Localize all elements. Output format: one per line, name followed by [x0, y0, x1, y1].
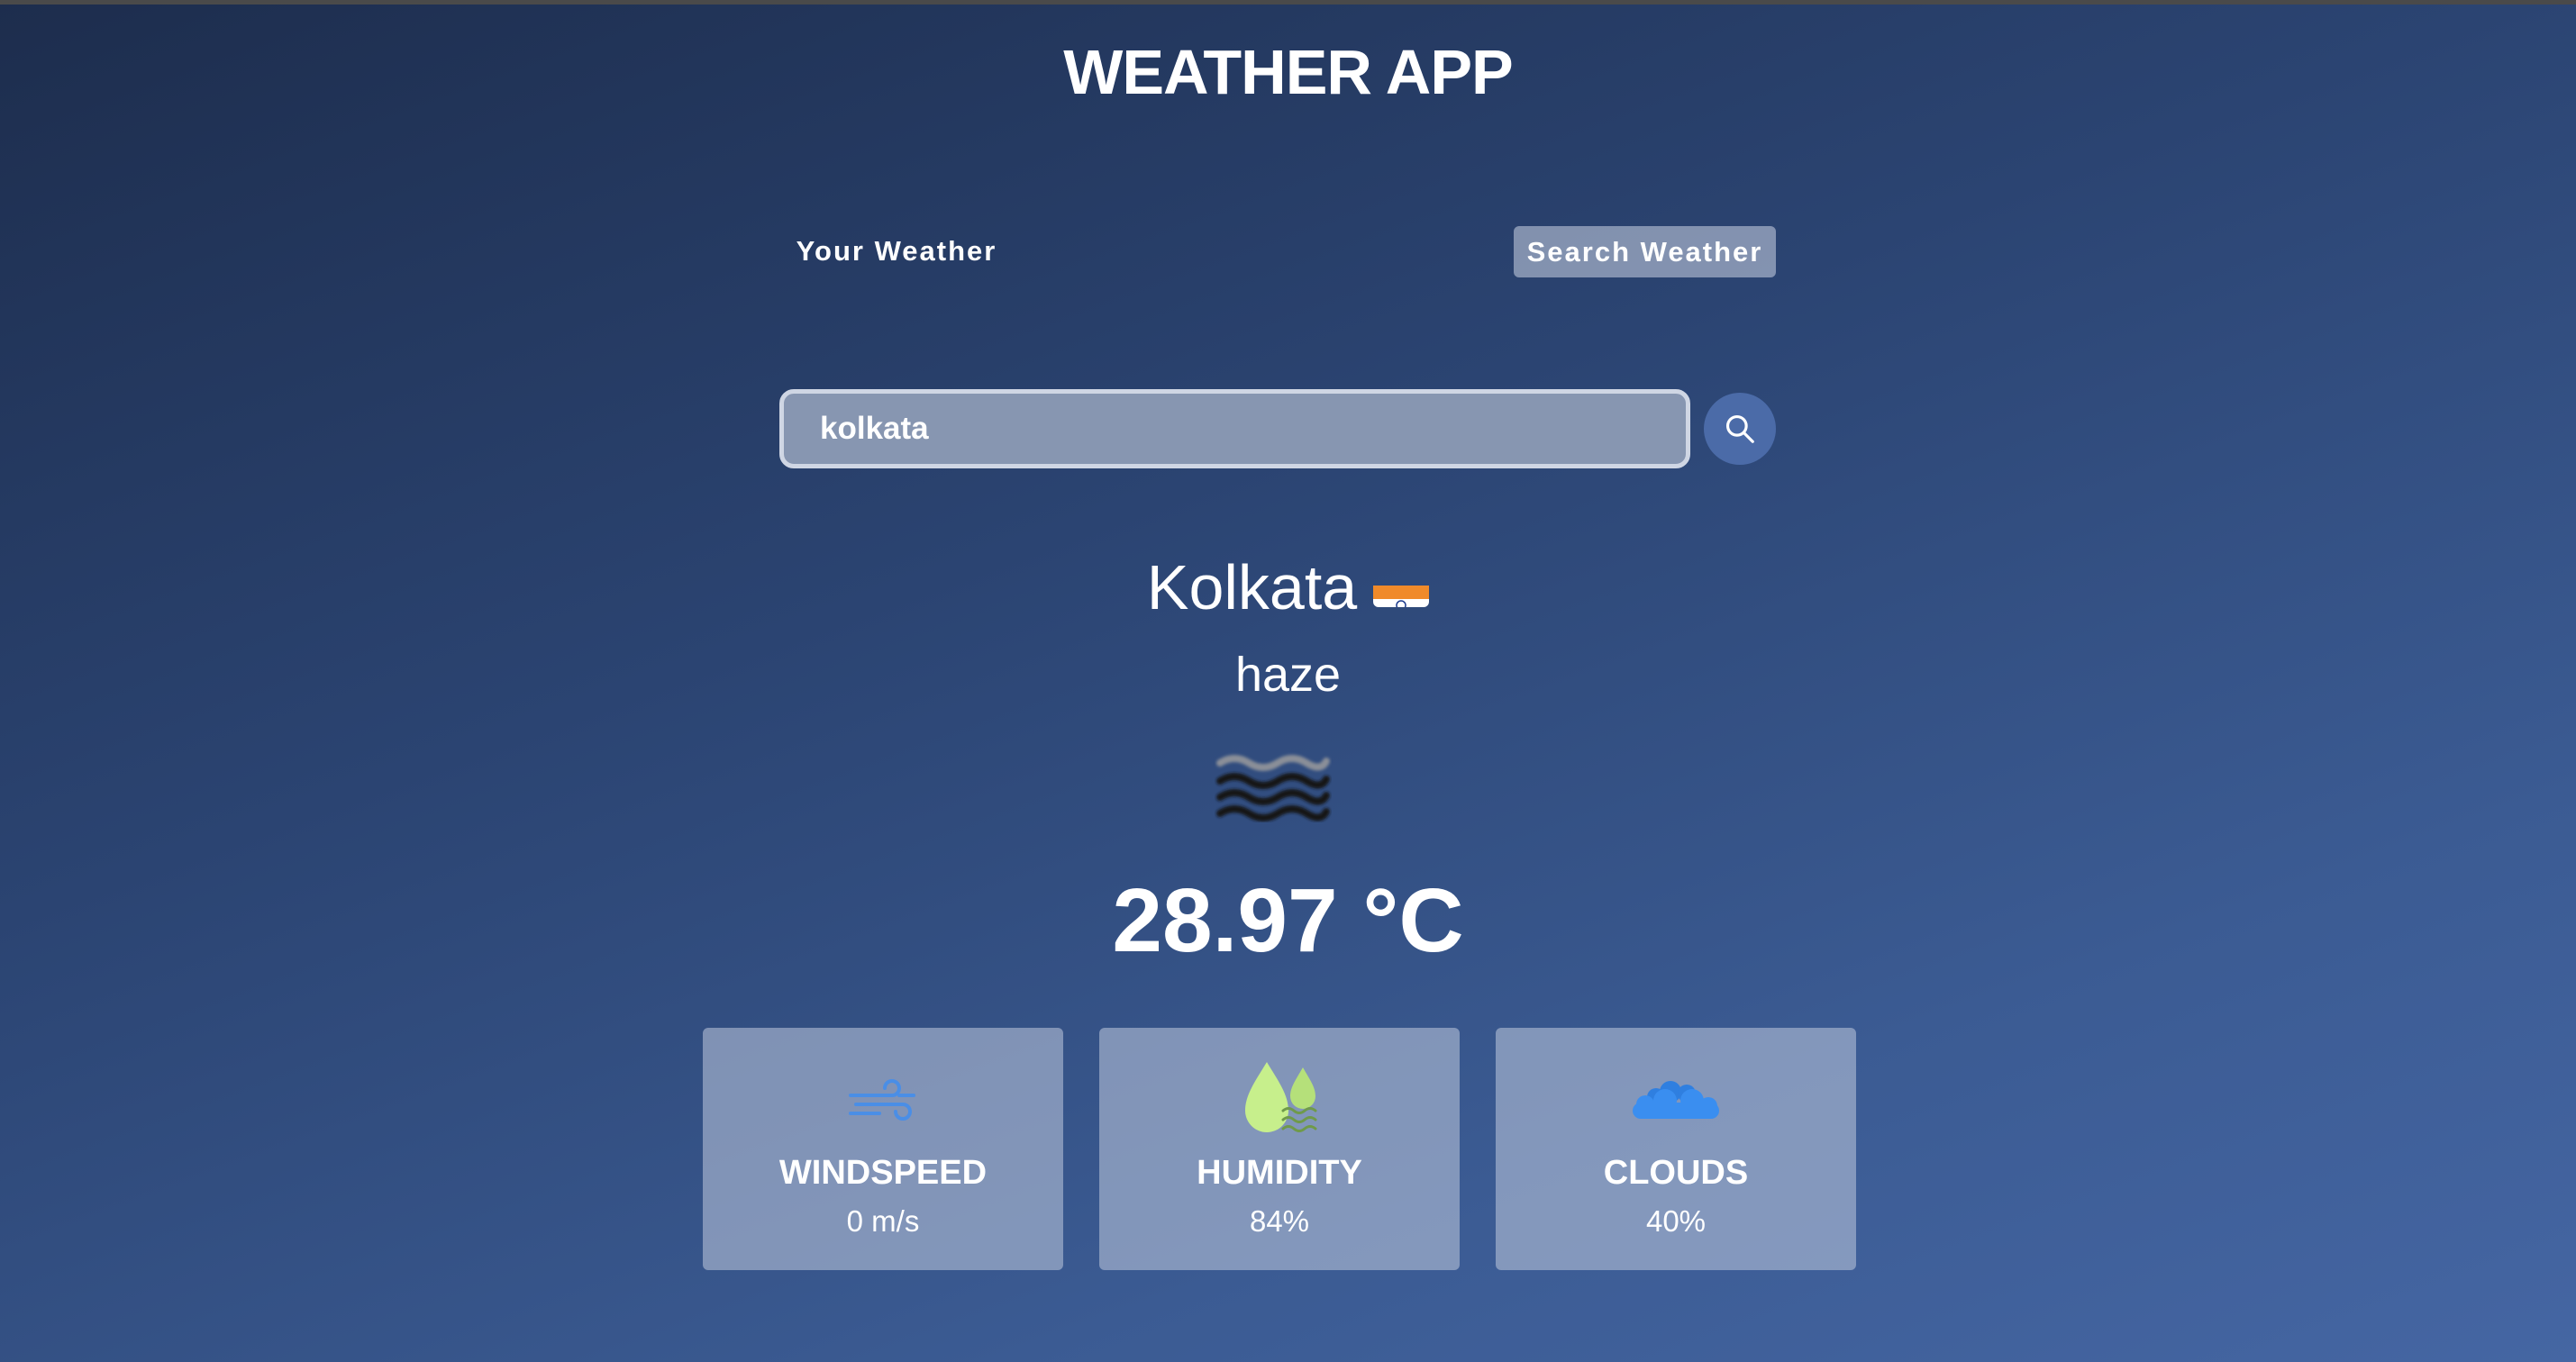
wind-icon: [849, 1079, 915, 1121]
windspeed-label: WINDSPEED: [778, 1154, 988, 1192]
tab-search-weather[interactable]: Search Weather: [1514, 226, 1776, 277]
window-top-border: [0, 0, 2576, 5]
city-line: Kolkata: [0, 551, 2576, 623]
cloud-icon: [1633, 1081, 1719, 1119]
windspeed-card: WINDSPEED 0 m/s: [703, 1028, 1063, 1270]
windspeed-value: 0 m/s: [846, 1204, 920, 1238]
india-flag-icon: [1373, 568, 1430, 607]
search-input[interactable]: [779, 389, 1690, 468]
humidity-icon: [1245, 1062, 1317, 1132]
clouds-label: CLOUDS: [1603, 1154, 1749, 1192]
app-title: WEATHER APP: [1063, 37, 1513, 107]
weather-description: haze: [1234, 648, 1342, 702]
humidity-label: HUMIDITY: [1197, 1154, 1362, 1192]
city-name: Kolkata: [1146, 552, 1358, 622]
temperature: 28.97 °C: [1112, 870, 1464, 971]
haze-icon: [1216, 755, 1330, 822]
search-icon: [1725, 414, 1754, 443]
tab-your-weather[interactable]: Your Weather: [784, 225, 1009, 277]
clouds-value: 40%: [1645, 1204, 1707, 1238]
humidity-card: HUMIDITY 84%: [1099, 1028, 1460, 1270]
humidity-value: 84%: [1249, 1204, 1310, 1238]
clouds-card: CLOUDS 40%: [1496, 1028, 1856, 1270]
search-button[interactable]: [1704, 393, 1776, 465]
